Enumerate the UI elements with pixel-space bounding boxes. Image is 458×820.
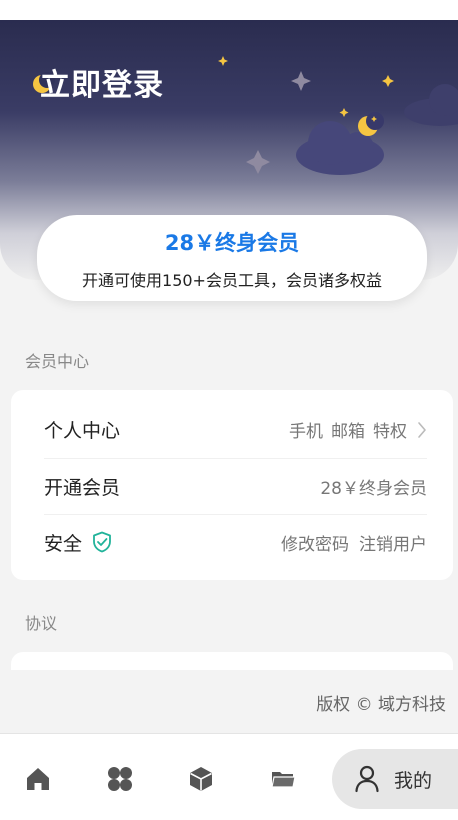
detail-email: 邮箱 [331, 422, 365, 442]
member-card: 个人中心 手机 邮箱 特权 开通会员 28￥终身会员 安全 修改密码 注销用户 [11, 390, 453, 580]
row-open-membership[interactable]: 开通会员 28￥终身会员 [44, 458, 427, 513]
row-detail: 28￥终身会员 [320, 474, 427, 499]
user-icon [355, 765, 379, 793]
chevron-right-icon [418, 421, 426, 438]
detail-phone: 手机 [289, 422, 323, 442]
tab-cube[interactable] [171, 749, 231, 809]
row-title: 安全 [44, 529, 112, 556]
bottom-tab-bar: 我的 [0, 733, 458, 820]
status-bar [0, 0, 458, 20]
row-personal-center[interactable]: 个人中心 手机 邮箱 特权 [44, 402, 427, 457]
vip-title: 28￥终身会员 [164, 231, 300, 255]
row-detail: 修改密码 注销用户 [281, 530, 427, 555]
tab-home[interactable] [8, 749, 68, 809]
login-link[interactable]: 立即登录 [40, 60, 164, 104]
tab-apps[interactable] [90, 749, 150, 809]
folder-icon [271, 772, 296, 788]
detail-price: 28￥终身会员 [320, 478, 427, 499]
row-security[interactable]: 安全 修改密码 注销用户 [44, 514, 427, 569]
vip-description: 开通可使用150+会员工具，会员诸多权益 [82, 271, 382, 290]
shield-check-icon [93, 531, 111, 553]
tab-files[interactable] [253, 749, 313, 809]
section-label-member: 会员中心 [25, 352, 90, 371]
crescent-moon-icon [358, 112, 384, 136]
apps-grid-icon [108, 767, 132, 791]
copyright-text: 版权 © 域方科技 [316, 695, 446, 715]
row-title: 开通会员 [44, 476, 121, 499]
row-detail: 手机 邮箱 特权 [289, 417, 427, 442]
security-label: 安全 [44, 532, 83, 555]
vip-promo-card[interactable]: 28￥终身会员 开通可使用150+会员工具，会员诸多权益 [37, 215, 427, 301]
row-title: 个人中心 [44, 420, 121, 442]
tab-mine-label: 我的 [394, 769, 433, 792]
agreement-card [11, 652, 453, 670]
star-icon [218, 56, 394, 117]
detail-privilege: 特权 [373, 422, 407, 442]
delete-account-link[interactable]: 注销用户 [359, 530, 427, 555]
tab-mine[interactable]: 我的 [332, 749, 458, 809]
section-label-agreement: 协议 [25, 614, 58, 633]
cube-icon [190, 767, 212, 791]
change-password-link[interactable]: 修改密码 [281, 530, 349, 555]
home-icon [27, 768, 49, 790]
